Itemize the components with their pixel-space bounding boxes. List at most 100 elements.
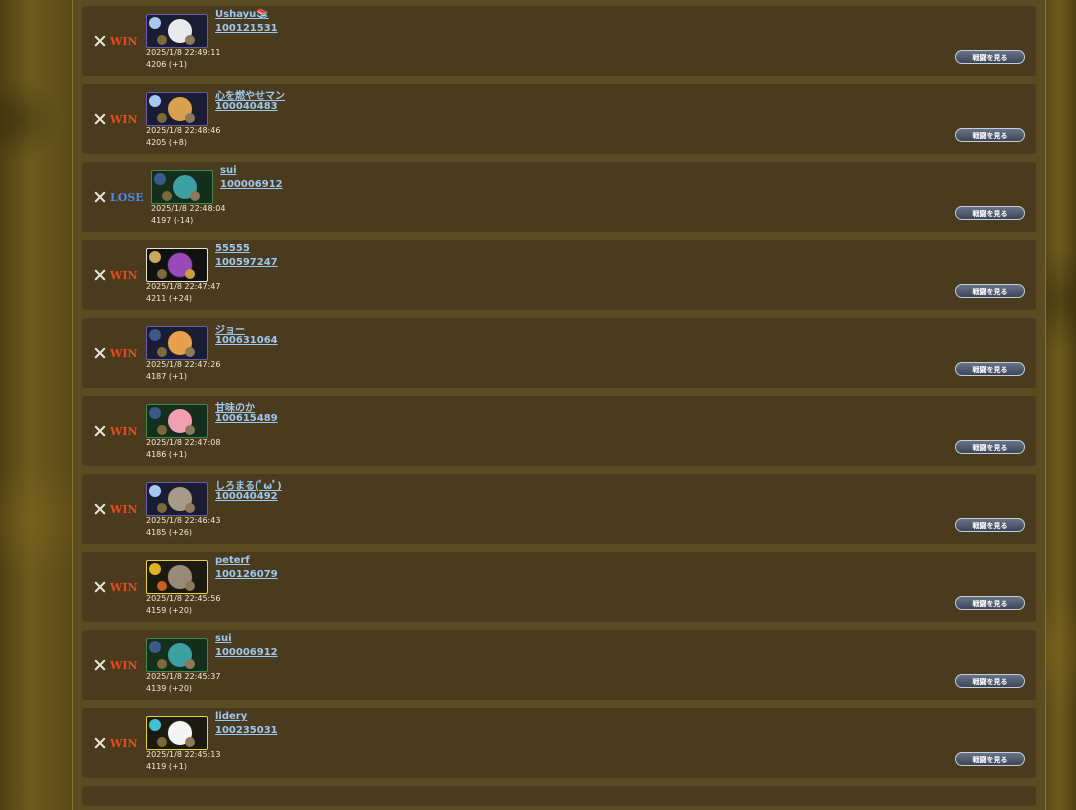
- opponent-id-link[interactable]: 100040483: [215, 101, 278, 112]
- rating-change: 4206 (+1): [146, 60, 187, 69]
- rating-change: 4119 (+1): [146, 762, 187, 771]
- opponent-name-link[interactable]: ジョー: [215, 321, 245, 336]
- battle-timestamp: 2025/1/8 22:47:47: [146, 282, 221, 291]
- opponent-deck-thumbnail[interactable]: [151, 170, 213, 204]
- opponent-deck-thumbnail[interactable]: [146, 92, 208, 126]
- crossed-swords-icon: [94, 503, 106, 515]
- deck-icon: [157, 425, 167, 435]
- battle-timestamp: 2025/1/8 22:47:08: [146, 438, 221, 447]
- deck-icon: [185, 737, 195, 747]
- deck-icon: [149, 641, 161, 653]
- opponent-deck-thumbnail[interactable]: [146, 248, 208, 282]
- opponent-id-link[interactable]: 100235031: [215, 725, 278, 736]
- battle-timestamp: 2025/1/8 22:45:56: [146, 594, 221, 603]
- view-battle-button[interactable]: 戦闘を見る: [955, 206, 1025, 220]
- deck-icon: [149, 407, 161, 419]
- opponent-id-link[interactable]: 100597247: [215, 257, 278, 268]
- opponent-deck-thumbnail[interactable]: [146, 716, 208, 750]
- opponent-name-link[interactable]: peterf: [215, 555, 250, 566]
- rating-change: 4211 (+24): [146, 294, 193, 303]
- view-battle-button[interactable]: 戦闘を見る: [955, 128, 1025, 142]
- battle-timestamp: 2025/1/8 22:48:46: [146, 126, 221, 135]
- battle-result: WIN: [94, 502, 138, 516]
- battle-timestamp: 2025/1/8 22:45:37: [146, 672, 221, 681]
- battle-row: WIN peterf 100126079 2025/1/8 22:45:56 4…: [82, 552, 1036, 622]
- crossed-swords-icon: [94, 191, 106, 203]
- opponent-id-link[interactable]: 100631064: [215, 335, 278, 346]
- rating-change: 4185 (+26): [146, 528, 193, 537]
- opponent-id-link[interactable]: 100040492: [215, 491, 278, 502]
- opponent-name-link[interactable]: sui: [215, 633, 232, 644]
- result-label: WIN: [110, 502, 138, 516]
- deck-icon: [185, 425, 195, 435]
- view-battle-button[interactable]: 戦闘を見る: [955, 596, 1025, 610]
- deck-icon: [149, 719, 161, 731]
- opponent-id-link[interactable]: 100006912: [215, 647, 278, 658]
- opponent-name-link[interactable]: Ushayu📚: [215, 9, 269, 20]
- view-battle-button[interactable]: 戦闘を見る: [955, 284, 1025, 298]
- opponent-name-link[interactable]: sui: [220, 165, 237, 176]
- deck-icon: [149, 251, 161, 263]
- battle-timestamp: 2025/1/8 22:45:13: [146, 750, 221, 759]
- battle-timestamp: 2025/1/8 22:49:11: [146, 48, 221, 57]
- deck-icon: [154, 173, 166, 185]
- opponent-deck-thumbnail[interactable]: [146, 14, 208, 48]
- result-label: WIN: [110, 424, 138, 438]
- opponent-id-link[interactable]: 100006912: [220, 179, 283, 190]
- opponent-deck-thumbnail[interactable]: [146, 638, 208, 672]
- battle-result: WIN: [94, 112, 138, 126]
- rating-change: 4187 (+1): [146, 372, 187, 381]
- opponent-deck-thumbnail[interactable]: [146, 482, 208, 516]
- deck-icon: [185, 581, 195, 591]
- battle-timestamp: 2025/1/8 22:48:04: [151, 204, 226, 213]
- crossed-swords-icon: [94, 269, 106, 281]
- deck-icon: [185, 503, 195, 513]
- result-label: WIN: [110, 580, 138, 594]
- battle-row: WIN ジョー 100631064 2025/1/8 22:47:26 4187…: [82, 318, 1036, 388]
- crossed-swords-icon: [94, 113, 106, 125]
- deck-icon: [157, 35, 167, 45]
- opponent-name-link[interactable]: lidery: [215, 711, 247, 722]
- opponent-name-link[interactable]: 心を燃やせマン: [215, 87, 285, 102]
- opponent-deck-thumbnail[interactable]: [146, 560, 208, 594]
- result-label: WIN: [110, 346, 138, 360]
- opponent-id-link[interactable]: 100121531: [215, 23, 278, 34]
- deck-icon: [149, 329, 161, 341]
- result-label: LOSE: [110, 190, 144, 204]
- view-battle-button[interactable]: 戦闘を見る: [955, 674, 1025, 688]
- deck-icon: [149, 17, 161, 29]
- view-battle-button[interactable]: 戦闘を見る: [955, 440, 1025, 454]
- battle-result: WIN: [94, 346, 138, 360]
- deck-icon: [149, 95, 161, 107]
- rating-change: 4197 (-14): [151, 216, 194, 225]
- opponent-name-link[interactable]: しろまる(ﾟωﾟ): [215, 477, 282, 492]
- opponent-deck-thumbnail[interactable]: [146, 326, 208, 360]
- battle-result: WIN: [94, 424, 138, 438]
- opponent-name-link[interactable]: 甘味のか: [215, 399, 255, 414]
- deck-icon: [185, 35, 195, 45]
- deck-icon: [157, 581, 167, 591]
- deck-icon: [162, 191, 172, 201]
- result-label: WIN: [110, 736, 138, 750]
- opponent-name-link[interactable]: 55555: [215, 243, 250, 254]
- deck-icon: [157, 347, 167, 357]
- opponent-id-link[interactable]: 100615489: [215, 413, 278, 424]
- view-battle-button[interactable]: 戦闘を見る: [955, 362, 1025, 376]
- rating-change: 4159 (+20): [146, 606, 193, 615]
- opponent-id-link[interactable]: 100126079: [215, 569, 278, 580]
- crossed-swords-icon: [94, 35, 106, 47]
- battle-timestamp: 2025/1/8 22:47:26: [146, 360, 221, 369]
- rating-change: 4186 (+1): [146, 450, 187, 459]
- deck-icon: [149, 485, 161, 497]
- view-battle-button[interactable]: 戦闘を見る: [955, 752, 1025, 766]
- result-label: WIN: [110, 112, 138, 126]
- rating-change: 4139 (+20): [146, 684, 193, 693]
- opponent-deck-thumbnail[interactable]: [146, 404, 208, 438]
- view-battle-button[interactable]: 戦闘を見る: [955, 518, 1025, 532]
- deck-icon: [185, 113, 195, 123]
- battle-row: WIN Ushayu📚 100121531 2025/1/8 22:49:11 …: [82, 6, 1036, 76]
- battle-row: WIN 55555 100597247 2025/1/8 22:47:47 42…: [82, 240, 1036, 310]
- view-battle-button[interactable]: 戦闘を見る: [955, 50, 1025, 64]
- crossed-swords-icon: [94, 425, 106, 437]
- battle-result: WIN: [94, 658, 138, 672]
